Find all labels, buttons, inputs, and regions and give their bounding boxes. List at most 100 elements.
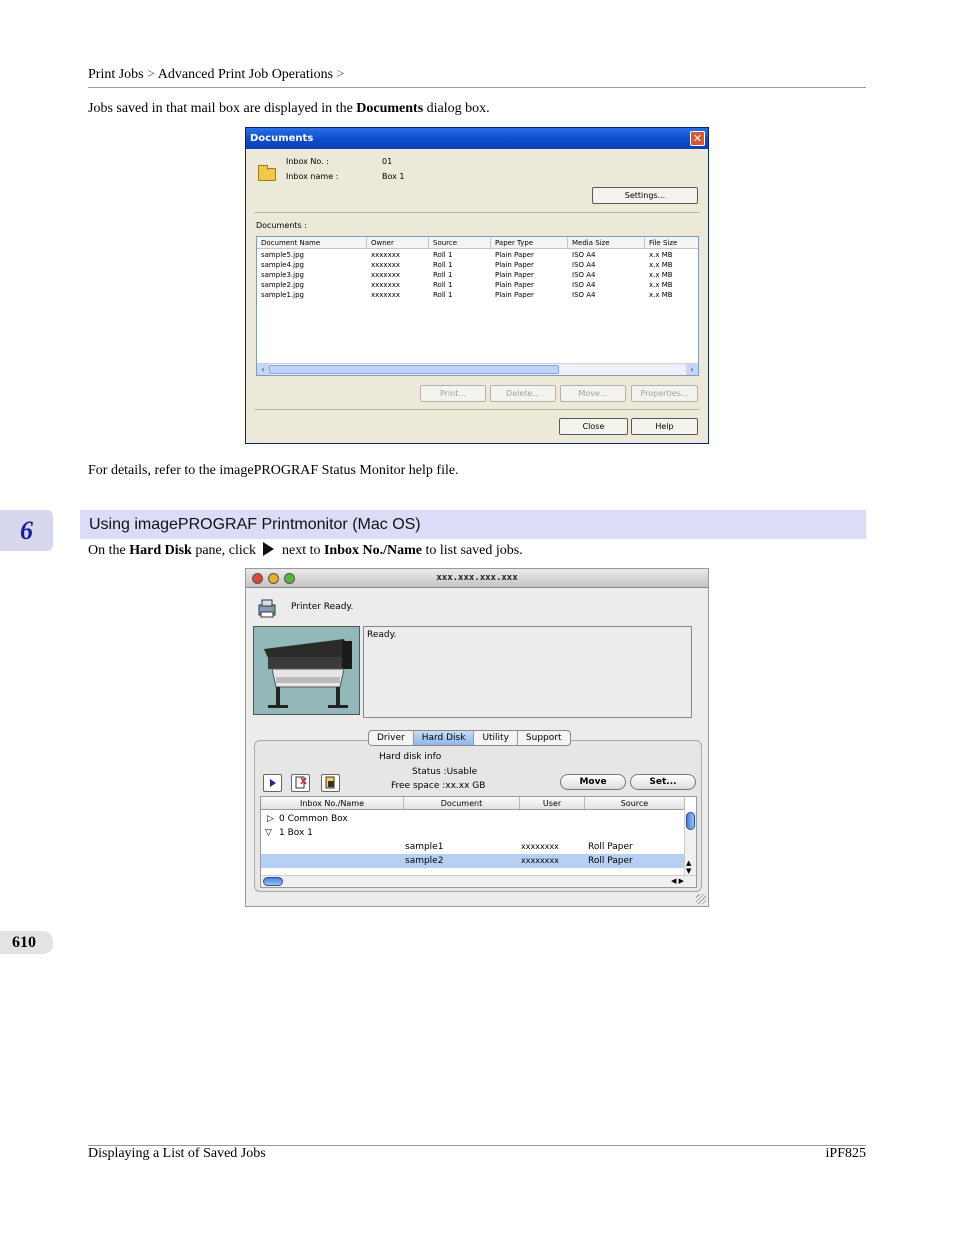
table-row[interactable]: sample2 xxxxxxxx Roll Paper — [261, 854, 685, 868]
column-header[interactable]: Inbox No./Name — [261, 797, 404, 810]
cell-file-size: x.x MB — [649, 261, 673, 269]
page-number: 610 — [0, 931, 53, 954]
cell-document: sample2 — [405, 856, 444, 866]
zoom-window-icon[interactable] — [284, 573, 295, 584]
column-header[interactable]: Document — [404, 797, 520, 810]
para3-bold2: Inbox No./Name — [323, 543, 422, 558]
para3-mid2: next to — [278, 543, 324, 558]
tab-bar: Driver Hard Disk Utility Support — [368, 730, 571, 746]
cell-file-size: x.x MB — [649, 251, 673, 259]
properties-button[interactable]: Properties... — [631, 385, 698, 402]
tab-utility[interactable]: Utility — [474, 731, 518, 745]
documents-list[interactable]: Document Name Owner Source Paper Type Me… — [256, 236, 699, 376]
print-button[interactable]: Print... — [420, 385, 486, 402]
cell-source: Roll 1 — [433, 261, 453, 269]
breadcrumb-print-jobs[interactable]: Print Jobs — [88, 67, 144, 82]
cell-doc-name: sample4.jpg — [261, 261, 304, 269]
move-button[interactable]: Move... — [560, 385, 626, 402]
delete-button[interactable]: Delete... — [490, 385, 556, 402]
scroll-thumb[interactable] — [269, 365, 559, 374]
column-header[interactable]: Source — [585, 797, 685, 810]
resize-grip-icon[interactable] — [696, 894, 706, 904]
print-document-icon — [325, 776, 335, 789]
cell-owner: xxxxxxx — [371, 271, 400, 279]
cell-paper-type: Plain Paper — [495, 261, 534, 269]
cell-media-size: ISO A4 — [572, 251, 596, 259]
list-item[interactable]: ▽ 1 Box 1 — [261, 826, 685, 840]
close-button[interactable]: Close — [559, 418, 628, 435]
ready-text: Ready. — [367, 630, 397, 640]
inbox-list[interactable]: Inbox No./Name Document User Source ▷ 0 … — [260, 796, 697, 888]
cell-doc-name: sample2.jpg — [261, 281, 304, 289]
column-header[interactable]: Media Size — [568, 237, 645, 249]
cell-owner: xxxxxxx — [371, 291, 400, 299]
paragraph-documents-intro: Jobs saved in that mail box are displaye… — [88, 101, 490, 117]
window-title-bar: xxx.xxx.xxx.xxx — [246, 569, 708, 588]
cell-media-size: ISO A4 — [572, 271, 596, 279]
cell-file-size: x.x MB — [649, 271, 673, 279]
set-button[interactable]: Set... — [630, 774, 696, 790]
tab-driver[interactable]: Driver — [369, 731, 414, 745]
printer-status-icon — [258, 599, 276, 618]
move-button[interactable]: Move — [560, 774, 626, 790]
horizontal-scrollbar[interactable]: ◀ ▶ — [261, 875, 696, 887]
disclosure-right-icon[interactable]: ▷ — [267, 812, 274, 826]
cell-paper-type: Plain Paper — [495, 291, 534, 299]
horizontal-scrollbar[interactable]: ‹ › — [257, 363, 698, 375]
scroll-right-icon[interactable]: › — [686, 364, 698, 375]
close-window-icon[interactable] — [252, 573, 263, 584]
scroll-thumb[interactable] — [686, 812, 695, 830]
inbox-no-label: Inbox No. : — [286, 157, 329, 166]
column-header[interactable]: Document Name — [257, 237, 367, 249]
expand-button[interactable] — [263, 774, 282, 792]
para3-post: to list saved jobs. — [422, 543, 523, 558]
play-triangle-icon — [263, 542, 275, 556]
cell-media-size: ISO A4 — [572, 291, 596, 299]
cell-paper-type: Plain Paper — [495, 251, 534, 259]
tab-hard-disk[interactable]: Hard Disk — [413, 731, 475, 745]
inbox-name-value: Box 1 — [382, 172, 405, 181]
cell-source: Roll 1 — [433, 251, 453, 259]
inbox-name: 0 Common Box — [279, 814, 348, 824]
cell-file-size: x.x MB — [649, 291, 673, 299]
list-item[interactable]: ▷ 0 Common Box — [261, 812, 685, 826]
cell-paper-type: Plain Paper — [495, 271, 534, 279]
tab-support[interactable]: Support — [518, 731, 570, 745]
column-header[interactable]: User — [520, 797, 585, 810]
documents-label: Documents : — [256, 221, 307, 230]
hard-disk-info-label: Hard disk info — [379, 752, 442, 762]
scroll-thumb[interactable] — [263, 877, 283, 886]
inbox-name-label: Inbox name : — [286, 172, 339, 181]
print-job-button[interactable] — [321, 774, 340, 792]
dialog-title: Documents — [250, 133, 314, 144]
dialog-title-bar: Documents — [246, 128, 708, 149]
cell-doc-name: sample5.jpg — [261, 251, 304, 259]
inbox-no-value: 01 — [382, 157, 393, 166]
scroll-arrows-icon[interactable]: ▲ ▼ — [686, 859, 691, 875]
para3-pre: On the — [88, 543, 130, 558]
scroll-arrows-icon[interactable]: ◀ ▶ — [671, 876, 684, 887]
disclosure-down-icon[interactable]: ▽ — [265, 826, 272, 840]
cell-paper-type: Plain Paper — [495, 281, 534, 289]
para3-mid1: pane, click — [191, 543, 260, 558]
breadcrumb-advanced-ops[interactable]: Advanced Print Job Operations — [158, 67, 333, 82]
disk-status: Status :Usable — [412, 767, 478, 777]
folder-icon — [258, 165, 276, 181]
header-rule — [88, 87, 866, 88]
table-row[interactable]: sample1 xxxxxxxx Roll Paper — [261, 840, 685, 854]
settings-button[interactable]: Settings... — [592, 187, 698, 204]
delete-job-button[interactable] — [291, 774, 310, 792]
column-header[interactable]: File Size — [645, 237, 698, 249]
close-icon[interactable]: ✕ — [690, 131, 705, 146]
column-header[interactable]: Owner — [367, 237, 429, 249]
column-header[interactable]: Paper Type — [491, 237, 568, 249]
cell-document: sample1 — [405, 842, 444, 852]
column-header[interactable]: Source — [429, 237, 491, 249]
vertical-scrollbar[interactable]: ▲ ▼ — [684, 811, 696, 875]
documents-dialog: Documents ✕ Inbox No. : 01 Inbox name : … — [245, 127, 709, 444]
scroll-left-icon[interactable]: ‹ — [257, 364, 269, 375]
help-button[interactable]: Help — [631, 418, 698, 435]
cell-user: xxxxxxxx — [521, 842, 559, 851]
divider — [254, 212, 700, 213]
minimize-window-icon[interactable] — [268, 573, 279, 584]
